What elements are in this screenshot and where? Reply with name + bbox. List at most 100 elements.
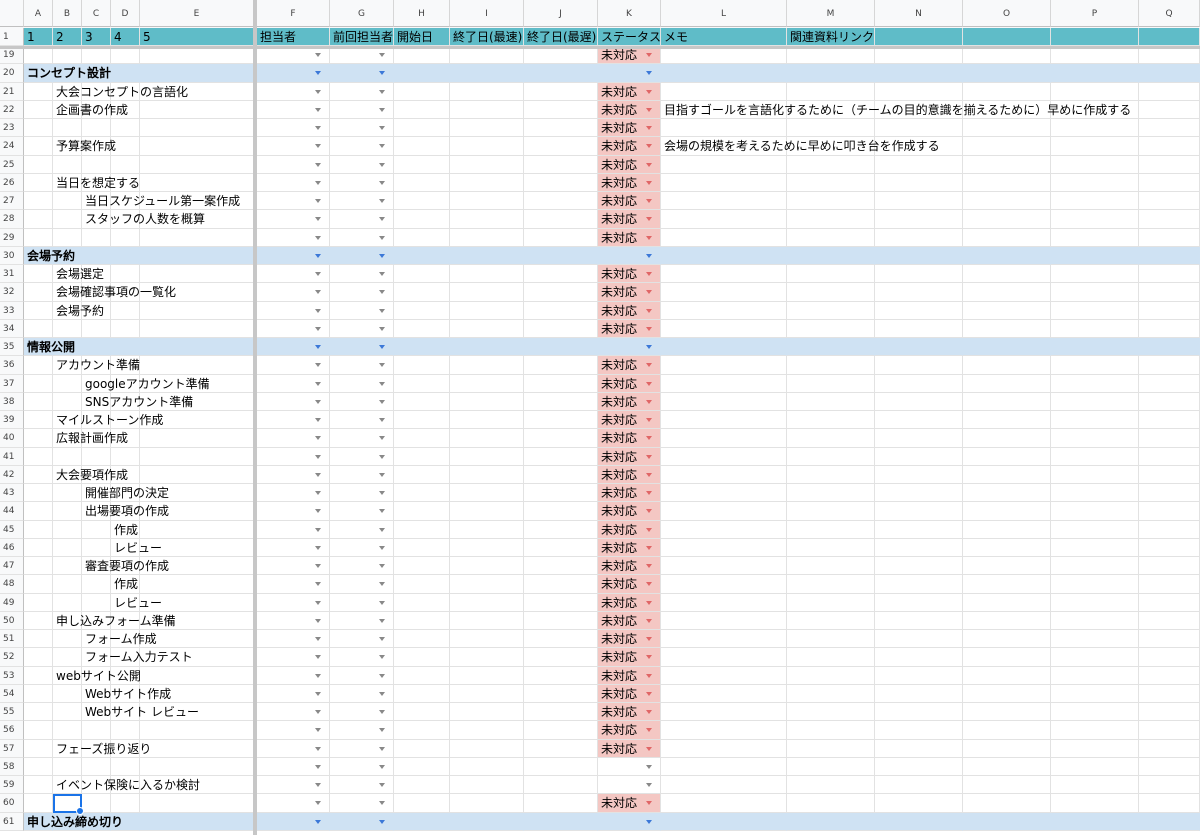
cell-m[interactable] bbox=[787, 812, 875, 831]
cell-a[interactable] bbox=[24, 429, 53, 448]
cell-h[interactable]: 開始日 bbox=[394, 28, 450, 46]
cell-l[interactable]: 目指すゴールを言語化するために（チームの目的意識を揃えるために）早めに作成する bbox=[661, 100, 1131, 119]
cell-o[interactable] bbox=[963, 465, 1051, 484]
dropdown-arrow-icon[interactable] bbox=[315, 728, 321, 733]
cell-i[interactable] bbox=[450, 356, 524, 375]
cell-p[interactable] bbox=[1051, 228, 1139, 247]
cell-i[interactable] bbox=[450, 338, 524, 357]
cell-o[interactable] bbox=[963, 502, 1051, 521]
cell-f[interactable] bbox=[257, 575, 330, 594]
cell-g[interactable] bbox=[330, 246, 394, 265]
cell-p[interactable] bbox=[1051, 82, 1139, 101]
cell-l[interactable] bbox=[661, 520, 787, 539]
cell-f[interactable] bbox=[257, 392, 330, 411]
cell-i[interactable] bbox=[450, 155, 524, 174]
cell-h[interactable] bbox=[394, 593, 450, 612]
cell-i[interactable] bbox=[450, 776, 524, 795]
cell-g[interactable] bbox=[330, 319, 394, 338]
cell-b[interactable]: 申し込みフォーム準備 bbox=[53, 611, 176, 630]
cell-h[interactable] bbox=[394, 630, 450, 649]
cell-c[interactable] bbox=[82, 228, 111, 247]
cell-i[interactable] bbox=[450, 411, 524, 430]
cell-f[interactable] bbox=[257, 557, 330, 576]
cell-k[interactable]: 未対応 bbox=[598, 593, 661, 612]
cell-n[interactable] bbox=[875, 757, 963, 776]
cell-a[interactable] bbox=[24, 155, 53, 174]
column-header-j[interactable]: J bbox=[524, 0, 598, 27]
cell-h[interactable] bbox=[394, 119, 450, 138]
cell-d[interactable] bbox=[111, 721, 140, 740]
cell-h[interactable] bbox=[394, 283, 450, 302]
cell-i[interactable] bbox=[450, 246, 524, 265]
cell-q[interactable] bbox=[1139, 301, 1200, 320]
dropdown-arrow-icon[interactable] bbox=[379, 564, 385, 568]
cell-f[interactable] bbox=[257, 776, 330, 795]
dropdown-arrow-icon[interactable] bbox=[315, 564, 321, 568]
cell-a[interactable] bbox=[24, 301, 53, 320]
dropdown-arrow-icon[interactable] bbox=[315, 253, 321, 258]
cell-l[interactable] bbox=[661, 173, 787, 192]
cell-q[interactable] bbox=[1139, 356, 1200, 375]
cell-m[interactable] bbox=[787, 611, 875, 630]
row-number[interactable]: 36 bbox=[0, 356, 24, 375]
status-dropdown-arrow-icon[interactable] bbox=[646, 326, 652, 331]
cell-a[interactable] bbox=[24, 119, 53, 138]
cell-i[interactable] bbox=[450, 520, 524, 539]
dropdown-arrow-icon[interactable] bbox=[379, 527, 385, 532]
cell-o[interactable] bbox=[963, 757, 1051, 776]
cell-o[interactable] bbox=[963, 593, 1051, 612]
cell-b[interactable] bbox=[53, 520, 82, 539]
dropdown-arrow-icon[interactable] bbox=[315, 545, 321, 550]
status-dropdown-arrow-icon[interactable] bbox=[646, 272, 652, 276]
cell-g[interactable] bbox=[330, 630, 394, 649]
column-header-m[interactable]: M bbox=[787, 0, 875, 27]
cell-p[interactable] bbox=[1051, 338, 1139, 357]
cell-f[interactable] bbox=[257, 319, 330, 338]
cell-o[interactable] bbox=[963, 447, 1051, 466]
cell-h[interactable] bbox=[394, 192, 450, 211]
cell-j[interactable] bbox=[524, 739, 598, 758]
cell-l[interactable] bbox=[661, 794, 787, 813]
cell-b[interactable] bbox=[53, 155, 82, 174]
cell-o[interactable] bbox=[963, 301, 1051, 320]
cell-n[interactable] bbox=[875, 520, 963, 539]
cell-k[interactable]: 未対応 bbox=[598, 739, 661, 758]
cell-c[interactable] bbox=[82, 155, 111, 174]
cell-q[interactable] bbox=[1139, 119, 1200, 138]
column-header-o[interactable]: O bbox=[963, 0, 1051, 27]
status-dropdown-arrow-icon[interactable] bbox=[646, 600, 652, 605]
row-number[interactable]: 47 bbox=[0, 557, 24, 576]
cell-g[interactable] bbox=[330, 538, 394, 557]
status-dropdown-arrow-icon[interactable] bbox=[646, 180, 652, 185]
cell-k[interactable]: 未対応 bbox=[598, 392, 661, 411]
cell-m[interactable] bbox=[787, 356, 875, 375]
dropdown-arrow-icon[interactable] bbox=[379, 618, 385, 623]
cell-l[interactable] bbox=[661, 82, 787, 101]
cell-c[interactable] bbox=[82, 575, 111, 594]
cell-n[interactable] bbox=[875, 557, 963, 576]
cell-g[interactable] bbox=[330, 265, 394, 284]
cell-k[interactable]: 未対応 bbox=[598, 265, 661, 284]
cell-a[interactable] bbox=[24, 666, 53, 685]
dropdown-arrow-icon[interactable] bbox=[379, 235, 385, 240]
row-number[interactable]: 20 bbox=[0, 64, 24, 83]
cell-b[interactable]: 会場確認事項の一覧化 bbox=[53, 283, 176, 302]
cell-a[interactable] bbox=[24, 538, 53, 557]
dropdown-arrow-icon[interactable] bbox=[315, 89, 321, 94]
cell-f[interactable] bbox=[257, 374, 330, 393]
cell-b[interactable] bbox=[53, 721, 82, 740]
cell-h[interactable] bbox=[394, 64, 450, 83]
cell-f[interactable] bbox=[257, 173, 330, 192]
cell-b[interactable]: フェーズ振り返り bbox=[53, 739, 151, 758]
cell-b[interactable]: マイルストーン作成 bbox=[53, 411, 163, 430]
cell-e[interactable] bbox=[140, 319, 254, 338]
cell-j[interactable] bbox=[524, 648, 598, 667]
cell-p[interactable] bbox=[1051, 757, 1139, 776]
cell-l[interactable] bbox=[661, 228, 787, 247]
cell-n[interactable] bbox=[875, 666, 963, 685]
cell-l[interactable] bbox=[661, 246, 787, 265]
cell-g[interactable] bbox=[330, 739, 394, 758]
cell-q[interactable] bbox=[1139, 100, 1200, 119]
cell-o[interactable] bbox=[963, 776, 1051, 795]
cell-j[interactable] bbox=[524, 356, 598, 375]
